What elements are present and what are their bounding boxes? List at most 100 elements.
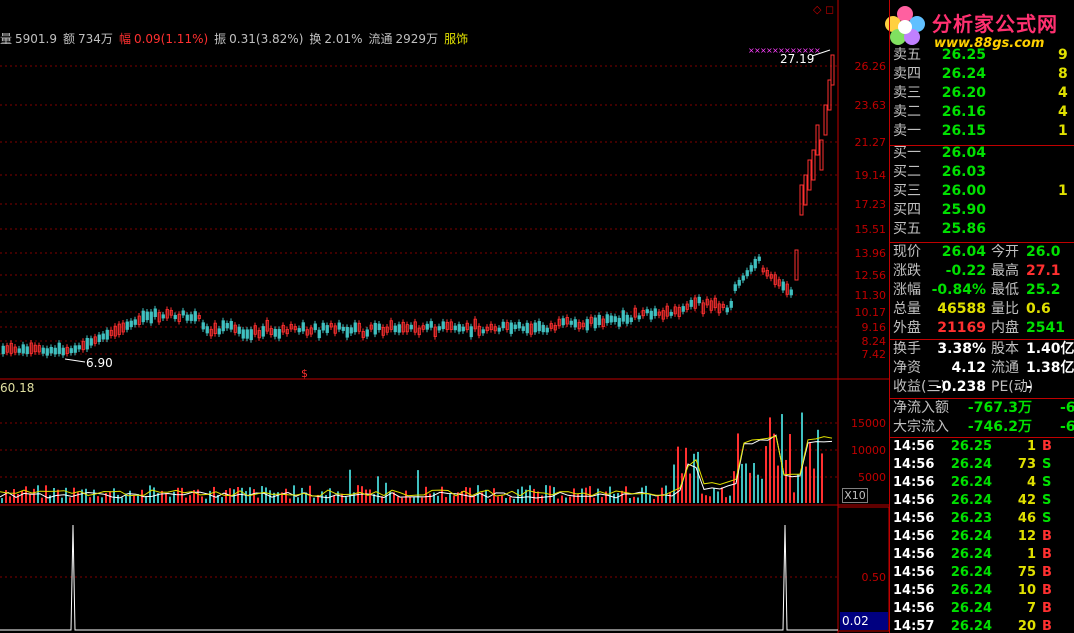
sell-row[interactable]: 卖五 26.25 9 [890,46,1074,65]
volume-bar [197,489,199,503]
quote-label: 最高 [991,263,1019,279]
candle-body [781,281,785,291]
candle-body [517,321,521,329]
tick-row[interactable]: 14:56 26.25 1 B [890,438,1074,456]
tick-row[interactable]: 14:56 26.23 46 S [890,510,1074,528]
volume-bar [333,495,335,503]
tick-direction: S [1042,475,1052,490]
tick-time: 14:56 [893,565,935,580]
volume-bar [117,494,119,503]
quote-panel: 现价 26.04 今开 26.0 涨跌 -0.22 最高 27.1 涨幅 -0.84% 最低 25.2… [890,243,1074,339]
signal-marker: $ [301,367,308,380]
close-icon[interactable]: ◇ ◻ [813,3,834,16]
candle-body [733,284,737,291]
stats-value: - [1026,379,1032,395]
order-price: 26.15 [941,123,986,139]
volume-bar [9,496,11,503]
buy-row[interactable]: 买三 26.00 1 [890,182,1074,201]
candle-body [245,329,249,339]
volume-bar [501,495,503,503]
buy-row[interactable]: 买二 26.03 [890,163,1074,182]
tick-time: 14:56 [893,583,935,598]
volume-bar [449,494,451,503]
buy-row[interactable]: 买五 25.86 [890,220,1074,239]
tick-row[interactable]: 14:56 26.24 12 B [890,528,1074,546]
stats-panel: 换手 3.38% 股本 1.40亿 净资 4.12 流通 1.38亿 收益(三) -0.238 PE… [890,340,1074,397]
volume-bar [681,473,683,503]
quote-value: -0.22 [945,263,986,279]
stats-row: 净资 4.12 流通 1.38亿 [890,359,1074,378]
quote-value: -0.84% [931,282,986,298]
volume-bar [613,493,615,503]
price-axis-label: 11.30 [855,289,887,302]
chart-area[interactable]: 26.26 23.63 21.27 19.14 17.23 15.51 13.96 12.56… [0,0,890,633]
volume-bar [673,464,675,503]
stats-row: 收益(三) -0.238 PE(动) - [890,378,1074,397]
tick-time: 14:56 [893,547,935,562]
volume-bar [221,497,223,503]
tick-direction: B [1042,583,1052,598]
sell-row[interactable]: 卖一 26.15 1 [890,122,1074,141]
low-pointer-line [64,358,86,363]
tick-row[interactable]: 14:56 26.24 7 B [890,600,1074,618]
quote-value: 0.6 [1026,301,1051,317]
candle-body [437,326,441,331]
tick-row[interactable]: 14:56 26.24 75 B [890,564,1074,582]
candle-body [365,329,369,337]
candle-body [393,325,397,333]
volume-bar [341,493,343,503]
volume-bar [129,490,131,503]
volume-bar [689,473,691,503]
tick-time: 14:57 [893,619,935,633]
price-axis-label: 15.51 [855,223,887,236]
tick-row[interactable]: 14:56 26.24 4 S [890,474,1074,492]
change: 幅 0.09(1.11%) [118,32,209,46]
volume-bar [437,495,439,503]
volume-bar [61,497,63,503]
candle-body [819,139,824,171]
tick-volume: 12 [1017,529,1036,544]
candle-body [533,322,537,333]
candle-body [221,320,225,332]
sell-row[interactable]: 卖二 26.16 4 [890,103,1074,122]
tick-row[interactable]: 14:56 26.24 42 S [890,492,1074,510]
volume-bar [385,482,387,503]
volume-bar [561,495,563,503]
volume-bar [433,492,435,503]
tick-volume: 75 [1017,565,1036,580]
volume-bar [805,466,807,503]
candle-body [61,347,65,356]
volume-bar [301,487,303,503]
tick-price: 26.24 [950,493,992,508]
signal-mark: × [814,46,821,55]
buy-row[interactable]: 买一 26.04 [890,144,1074,163]
sell-row[interactable]: 卖四 26.24 8 [890,65,1074,84]
candle-body [497,327,501,332]
volume-bar [453,495,455,503]
quote-value: 25.2 [1026,282,1061,298]
candle-body [803,174,808,206]
tick-row[interactable]: 14:56 26.24 73 S [890,456,1074,474]
candle-body [349,327,353,334]
kline-chart[interactable]: 26.26 23.63 21.27 19.14 17.23 15.51 13.96 12.56… [0,0,890,633]
volume-bar [633,496,635,503]
volume-multiplier[interactable]: X10 [842,488,868,503]
candle-body [141,310,145,323]
candle-body [337,322,341,330]
tick-row[interactable]: 14:57 26.24 20 B [890,618,1074,633]
volume-bar [729,495,731,503]
order-volume: 1 [1058,183,1068,199]
volume-bar [761,478,763,503]
tick-direction: B [1042,439,1052,454]
sell-row[interactable]: 卖三 26.20 4 [890,84,1074,103]
tick-list[interactable]: 14:56 26.25 1 B 14:56 26.24 73 S 14:56 26.24 4 S 14:… [890,438,1074,633]
candle-body [541,324,545,333]
volume-axis-label: 10000 [851,444,886,457]
buy-row[interactable]: 买四 25.90 [890,201,1074,220]
quote-row: 总量 46588 量比 0.6 [890,300,1074,319]
tick-direction: S [1042,457,1052,472]
quote-row: 涨跌 -0.22 最高 27.1 [890,262,1074,281]
tick-row[interactable]: 14:56 26.24 1 B [890,546,1074,564]
candle-body [133,319,137,325]
tick-row[interactable]: 14:56 26.24 10 B [890,582,1074,600]
